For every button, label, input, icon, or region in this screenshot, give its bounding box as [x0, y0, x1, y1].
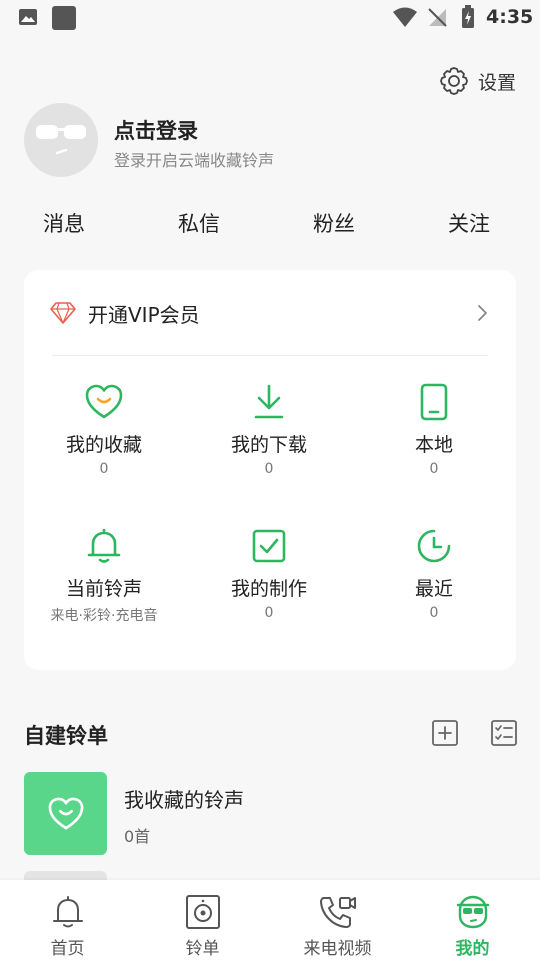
settings-label: 设置: [478, 71, 517, 94]
login-title[interactable]: 点击登录: [114, 115, 198, 145]
grid-label: 本地: [414, 434, 453, 456]
divider: [52, 355, 488, 356]
grid-count: 0: [429, 461, 439, 477]
playlist-count: 0首: [124, 827, 151, 846]
grid-my-downloads[interactable]: 我的下载 0: [187, 382, 351, 477]
grid-my-creations[interactable]: 我的制作 0: [187, 526, 351, 621]
speaker-icon: [185, 895, 220, 929]
wifi-icon: [393, 7, 417, 27]
bottom-tab-bar: 首页 铃单 来电视频 我的: [0, 880, 540, 960]
grid-count: 0: [429, 605, 439, 621]
phone-video-icon: [319, 897, 356, 928]
clock-icon: [417, 529, 451, 563]
heart-smile-icon: [48, 797, 83, 829]
bell-icon: [87, 528, 121, 563]
grid-label: 我的收藏: [65, 434, 142, 456]
grid-recent[interactable]: 最近 0: [352, 526, 516, 621]
avatar[interactable]: [24, 103, 98, 177]
vip-label: 开通VIP会员: [88, 302, 200, 327]
grid-current-ringtone[interactable]: 当前铃声 来电·彩铃·充电音: [22, 526, 186, 625]
section-title: 自建铃单: [24, 724, 108, 748]
manage-playlist-icon[interactable]: [490, 719, 518, 747]
stat-fans[interactable]: 粉丝: [289, 208, 379, 238]
stat-messages[interactable]: 消息: [19, 208, 109, 238]
no-signal-icon: [428, 8, 447, 27]
tab-label: 我的: [455, 939, 490, 959]
settings-button[interactable]: 设置: [438, 64, 524, 98]
home-bell-icon: [52, 896, 83, 928]
add-playlist-icon[interactable]: [431, 719, 459, 747]
grid-count: 0: [99, 461, 109, 477]
diamond-icon: [50, 302, 76, 324]
stat-following[interactable]: 关注: [424, 208, 514, 238]
image-icon: [19, 9, 37, 25]
login-subtitle: 登录开启云端收藏铃声: [114, 151, 275, 170]
playlist-title[interactable]: 我收藏的铃声: [124, 784, 244, 813]
tab-call-video[interactable]: 来电视频: [270, 880, 405, 960]
grid-count: 0: [264, 461, 274, 477]
grid-label: 当前铃声: [65, 578, 142, 600]
status-time: 4:35: [486, 6, 534, 28]
download-icon: [254, 384, 284, 419]
tab-label: 铃单: [185, 939, 220, 959]
heart-smile-icon: [85, 384, 123, 419]
phone-icon: [420, 383, 448, 421]
tab-playlists[interactable]: 铃单: [135, 880, 270, 960]
status-bar: 4:35: [0, 0, 540, 36]
grid-label: 我的下载: [230, 434, 307, 456]
grid-label: 我的制作: [230, 578, 307, 600]
mine-face-icon: [456, 895, 489, 929]
grid-my-favorites[interactable]: 我的收藏 0: [22, 382, 186, 477]
app-notification-icon: [52, 6, 76, 30]
grid-label: 最近: [414, 578, 453, 600]
tab-label: 来电视频: [303, 939, 372, 959]
default-avatar-icon: [36, 125, 86, 155]
chevron-right-icon: [478, 305, 487, 321]
grid-count: 0: [264, 605, 274, 621]
stat-private-messages[interactable]: 私信: [154, 208, 244, 238]
gear-icon: [440, 67, 468, 95]
tab-mine[interactable]: 我的: [405, 880, 540, 960]
grid-local[interactable]: 本地 0: [352, 382, 516, 477]
tab-home[interactable]: 首页: [0, 880, 135, 960]
grid-subtitle: 来电·彩铃·充电音: [50, 608, 158, 624]
playlist-cover[interactable]: [24, 772, 107, 855]
vip-row[interactable]: 开通VIP会员: [50, 290, 490, 336]
tab-label: 首页: [50, 939, 85, 959]
battery-charging-icon: [462, 5, 474, 28]
checkbox-icon: [252, 529, 286, 563]
